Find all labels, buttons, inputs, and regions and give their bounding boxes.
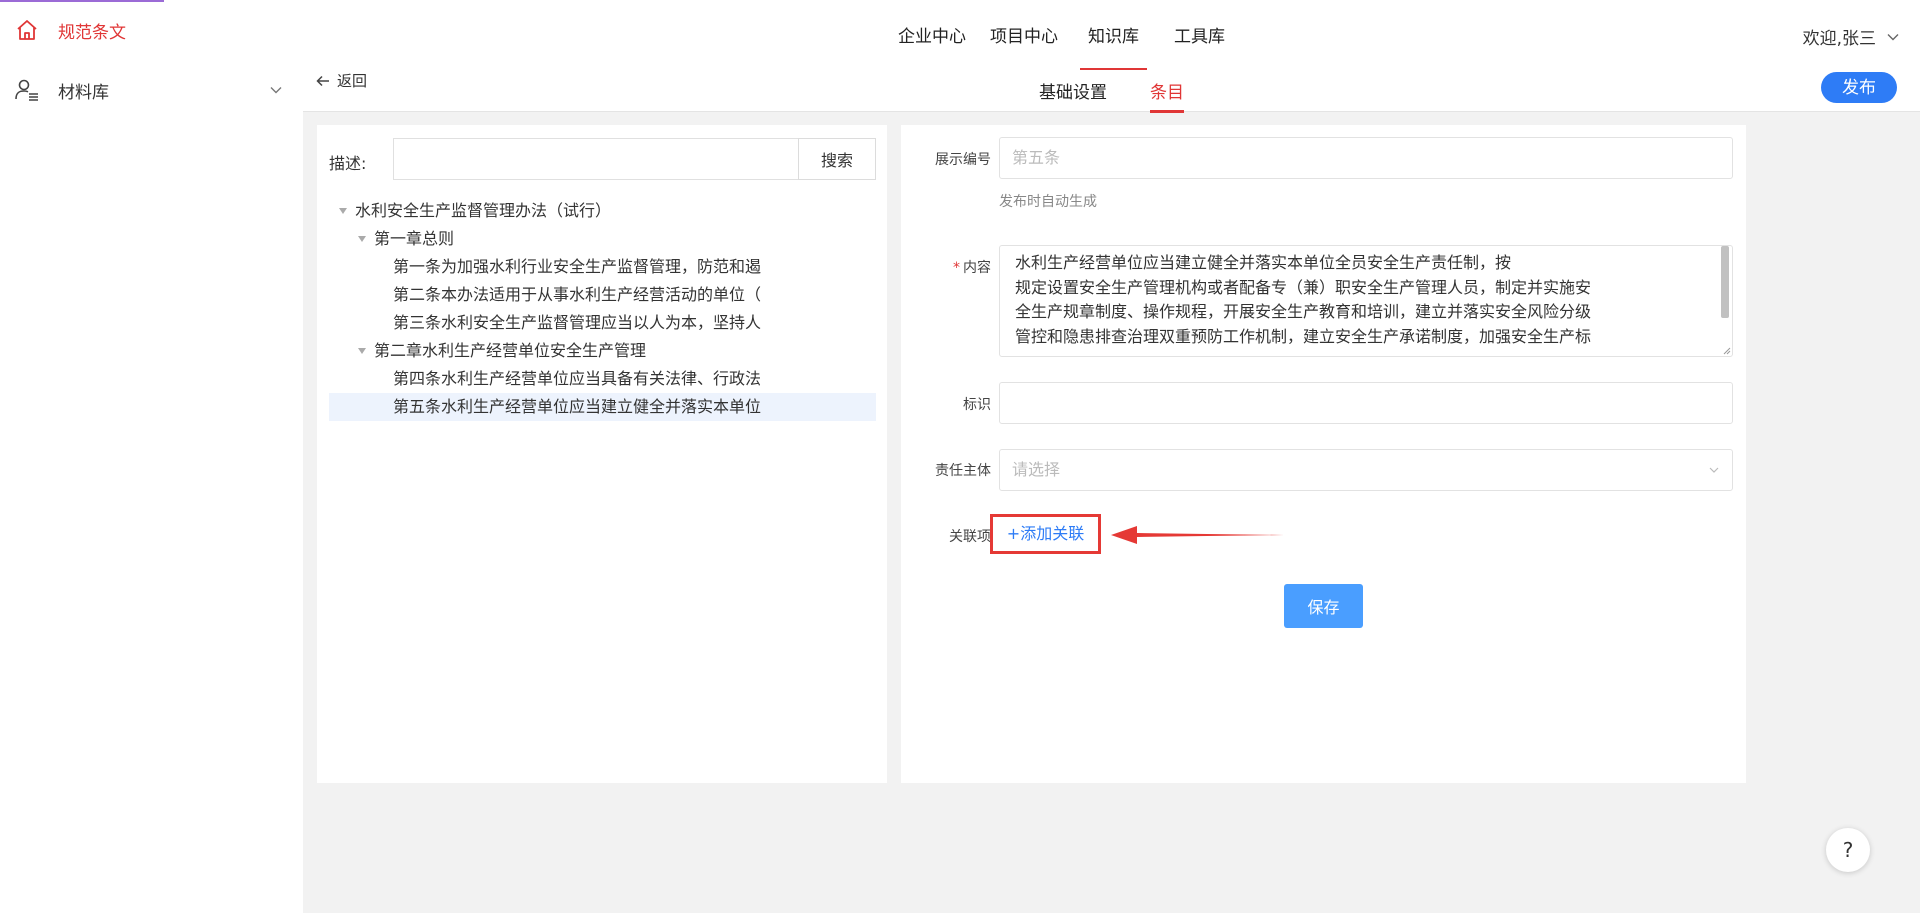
search-button[interactable]: 搜索 xyxy=(798,138,876,180)
subject-select[interactable]: 请选择 xyxy=(999,449,1733,491)
add-relation-button[interactable]: +添加关联 xyxy=(990,514,1101,554)
arrow-left-icon xyxy=(316,75,329,86)
tree-node-article-selected[interactable]: 第五条水利生产经营单位应当建立健全并落实本单位 xyxy=(329,393,876,421)
tab-enterprise-center[interactable]: 企业中心 xyxy=(898,0,966,70)
annotation-arrow-icon xyxy=(1111,526,1284,544)
content-textarea[interactable]: 水利生产经营单位应当建立健全并落实本单位全员安全生产责任制，按 规定设置安全生产… xyxy=(999,245,1733,357)
welcome-text: 欢迎,张三 xyxy=(1802,29,1876,49)
chevron-down-icon xyxy=(1709,467,1719,473)
tree-node-article[interactable]: 第三条水利安全生产监督管理应当以人为本，坚持人 xyxy=(329,309,876,337)
sidebar-item-label: 规范条文 xyxy=(58,22,126,43)
sidebar: 规范条文 材料库 xyxy=(0,0,303,913)
tree-node-article[interactable]: 第二条本办法适用于从事水利生产经营活动的单位（ xyxy=(329,281,876,309)
display-no-field[interactable]: 第五条 xyxy=(999,137,1733,179)
tree-node-chapter[interactable]: 第一章总则 xyxy=(329,225,876,253)
help-button[interactable]: ? xyxy=(1826,828,1870,872)
tab-tool-library[interactable]: 工具库 xyxy=(1174,0,1225,70)
relation-label: 关联项 xyxy=(949,529,991,545)
subject-placeholder: 请选择 xyxy=(1012,460,1061,479)
back-label: 返回 xyxy=(337,72,368,90)
header: 企业中心 项目中心 知识库 工具库 欢迎,张三 返回 基础设置 条目 发布 xyxy=(303,0,1920,113)
back-button[interactable]: 返回 xyxy=(315,70,367,91)
caret-down-icon xyxy=(358,348,366,354)
item-form: 展示编号 第五条 发布时自动生成 * 内容 水利生产经营单位应当建立健全并落实本单… xyxy=(901,125,1746,783)
content-line: 全生产规章制度、操作规程，开展安全生产教育和培训，建立并落实安全风险分级 xyxy=(1015,302,1592,321)
search-label: 描述: xyxy=(329,154,367,173)
display-no-label: 展示编号 xyxy=(935,152,991,168)
content-line: 水利生产经营单位应当建立健全并落实本单位全员安全生产责任制，按 xyxy=(1015,253,1512,272)
main-nav: 企业中心 项目中心 知识库 工具库 xyxy=(303,0,1920,70)
chevron-down-icon xyxy=(1887,33,1899,40)
sidebar-item-label: 材料库 xyxy=(58,82,109,103)
user-list-icon xyxy=(15,79,38,101)
caret-down-icon xyxy=(339,208,347,214)
home-icon xyxy=(17,20,37,40)
save-button[interactable]: 保存 xyxy=(1284,584,1363,628)
tab-basic-settings[interactable]: 基础设置 xyxy=(1039,78,1107,112)
tag-field[interactable] xyxy=(999,382,1733,424)
textarea-scrollbar[interactable] xyxy=(1721,246,1729,318)
resize-grip-icon[interactable] xyxy=(1723,347,1731,355)
sidebar-item-standards[interactable]: 规范条文 xyxy=(0,0,303,60)
required-mark: * xyxy=(953,260,960,276)
user-menu[interactable]: 欢迎,张三 xyxy=(1803,24,1900,49)
tree-node-article[interactable]: 第四条水利生产经营单位应当具备有关法律、行政法 xyxy=(329,365,876,393)
publish-button[interactable]: 发布 xyxy=(1821,72,1897,103)
sidebar-item-materials[interactable]: 材料库 xyxy=(0,60,303,120)
tab-items[interactable]: 条目 xyxy=(1150,78,1184,113)
tab-project-center[interactable]: 项目中心 xyxy=(990,0,1058,70)
content-line: 规定设置安全生产管理机构或者配备专（兼）职安全生产管理人员，制定并实施安 xyxy=(1015,277,1592,297)
chevron-down-icon xyxy=(270,87,282,94)
content-label: * 内容 xyxy=(953,260,991,276)
caret-down-icon xyxy=(358,236,366,242)
tree-node-article[interactable]: 第一条为加强水利行业安全生产监督管理，防范和遏 xyxy=(329,253,876,281)
display-no-hint: 发布时自动生成 xyxy=(999,194,1097,210)
search-input[interactable] xyxy=(393,138,798,180)
article-tree: 水利安全生产监督管理办法（试行） 第一章总则 第一条为加强水利行业安全生产监督管… xyxy=(329,197,876,421)
tab-knowledge-base[interactable]: 知识库 xyxy=(1080,0,1147,70)
tree-node-root[interactable]: 水利安全生产监督管理办法（试行） xyxy=(329,197,876,225)
subject-label: 责任主体 xyxy=(935,463,991,479)
content-line: 管控和隐患排查治理双重预防工作机制，建立安全生产承诺制度，加强安全生产标 xyxy=(1015,326,1592,346)
tag-label: 标识 xyxy=(963,397,991,413)
tree-node-chapter[interactable]: 第二章水利生产经营单位安全生产管理 xyxy=(329,337,876,365)
tree-panel: 描述: 搜索 水利安全生产监督管理办法（试行） 第一章总则 第一条为加强水利行业… xyxy=(317,125,887,783)
